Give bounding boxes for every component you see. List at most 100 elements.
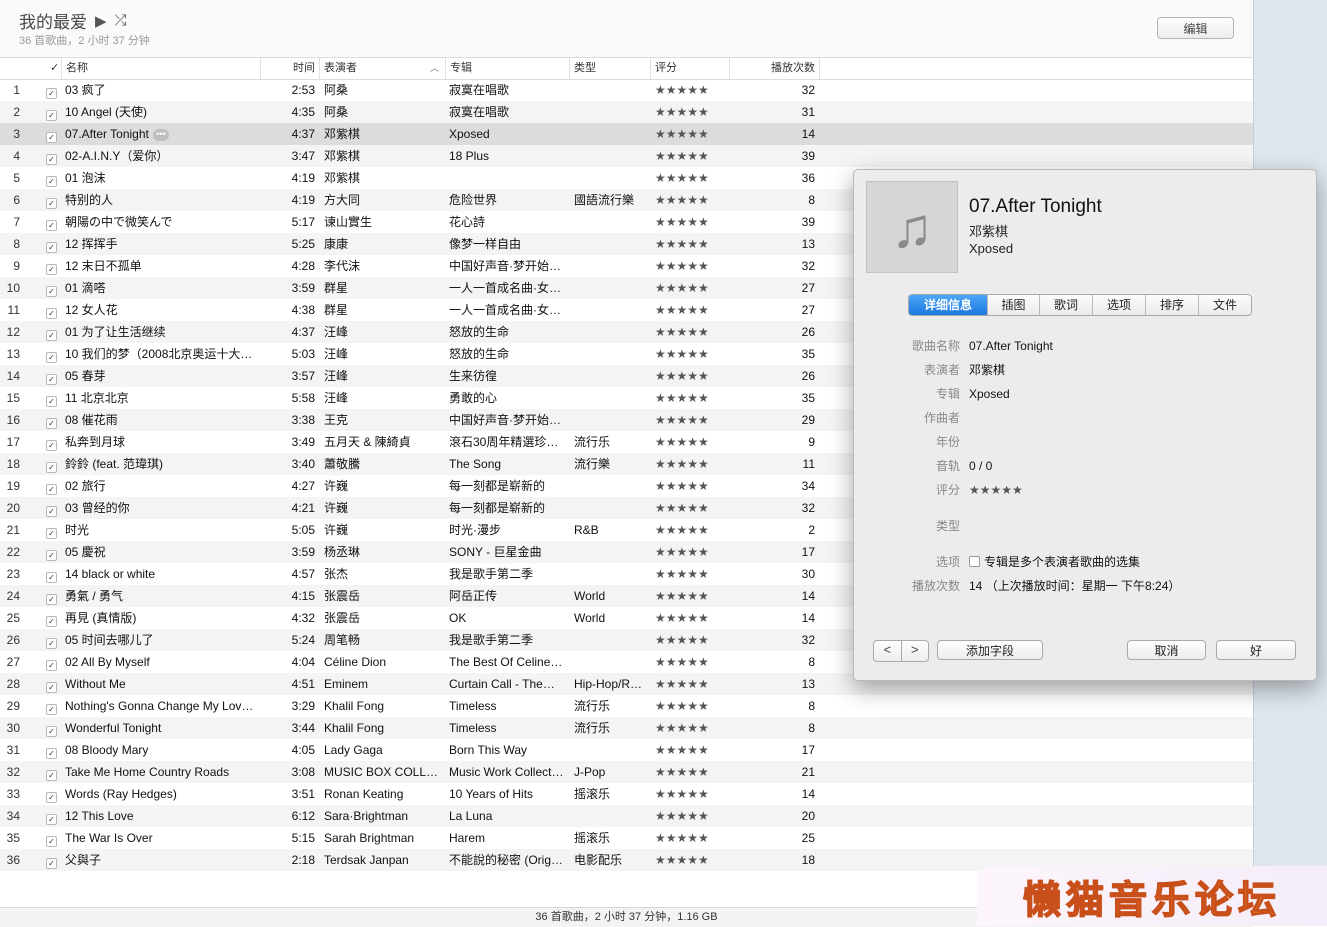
track-checkbox[interactable]: ✓: [46, 638, 57, 649]
track-checkbox[interactable]: ✓: [46, 594, 57, 605]
track-checkbox[interactable]: ✓: [46, 330, 57, 341]
track-rating[interactable]: ★★★★★: [655, 431, 725, 453]
column-header-artist[interactable]: 表演者 ︿: [319, 58, 445, 79]
track-checkbox[interactable]: ✓: [46, 528, 57, 539]
track-rating[interactable]: ★★★★★: [655, 805, 725, 827]
edit-button[interactable]: 编辑: [1157, 17, 1234, 39]
track-rating[interactable]: ★★★★★: [655, 761, 725, 783]
track-checkbox[interactable]: ✓: [46, 836, 57, 847]
track-rating[interactable]: ★★★★★: [655, 123, 725, 145]
column-header-plays[interactable]: 播放次数: [729, 58, 820, 79]
ok-button[interactable]: 好: [1216, 640, 1296, 660]
track-checkbox[interactable]: ✓: [46, 440, 57, 451]
track-checkbox[interactable]: ✓: [46, 770, 57, 781]
track-rating[interactable]: ★★★★★: [655, 409, 725, 431]
tab-details[interactable]: 详细信息: [909, 295, 987, 315]
track-row[interactable]: ✓ 33 Words (Ray Hedges) 3:51 Ronan Keating 10…: [0, 783, 1253, 805]
tab-sorting[interactable]: 排序: [1145, 295, 1198, 315]
track-rating[interactable]: ★★★★★: [655, 255, 725, 277]
track-rating[interactable]: ★★★★★: [655, 365, 725, 387]
track-checkbox[interactable]: ✓: [46, 660, 57, 671]
track-rating[interactable]: ★★★★★: [655, 827, 725, 849]
column-header-time[interactable]: 时间: [260, 58, 319, 79]
next-button[interactable]: >: [900, 641, 929, 661]
track-rating[interactable]: ★★★★★: [655, 849, 725, 871]
play-icon[interactable]: ▶: [95, 12, 107, 30]
add-field-button[interactable]: 添加字段: [937, 640, 1043, 660]
track-input[interactable]: 0 / 0: [969, 456, 992, 476]
track-row[interactable]: ✓ 31 08 Bloody Mary 4:05 Lady Gaga Born This …: [0, 739, 1253, 761]
rating-stars[interactable]: ★★★★★: [969, 480, 1023, 500]
track-checkbox[interactable]: ✓: [46, 462, 57, 473]
tab-artwork[interactable]: 插图: [987, 295, 1039, 315]
track-checkbox[interactable]: ✓: [46, 792, 57, 803]
track-checkbox[interactable]: ✓: [46, 264, 57, 275]
track-checkbox[interactable]: ✓: [46, 572, 57, 583]
column-header-genre[interactable]: 类型: [569, 58, 650, 79]
track-checkbox[interactable]: ✓: [46, 616, 57, 627]
track-rating[interactable]: ★★★★★: [655, 343, 725, 365]
track-checkbox[interactable]: ✓: [46, 682, 57, 693]
tab-options[interactable]: 选项: [1092, 295, 1145, 315]
track-checkbox[interactable]: ✓: [46, 726, 57, 737]
track-rating[interactable]: ★★★★★: [655, 167, 725, 189]
track-checkbox[interactable]: ✓: [46, 396, 57, 407]
track-row[interactable]: ✓ 34 12 This Love 6:12 Sara·Brightman La Luna…: [0, 805, 1253, 827]
compilation-option[interactable]: 专辑是多个表演者歌曲的选集: [969, 552, 1140, 572]
track-checkbox[interactable]: ✓: [46, 506, 57, 517]
track-checkbox[interactable]: ✓: [46, 704, 57, 715]
cancel-button[interactable]: 取消: [1127, 640, 1206, 660]
track-rating[interactable]: ★★★★★: [655, 783, 725, 805]
track-checkbox[interactable]: ✓: [46, 198, 57, 209]
track-checkbox[interactable]: ✓: [46, 176, 57, 187]
track-rating[interactable]: ★★★★★: [655, 585, 725, 607]
track-checkbox[interactable]: ✓: [46, 88, 57, 99]
track-row[interactable]: ✓ 32 Take Me Home Country Roads 3:08 MUSIC B…: [0, 761, 1253, 783]
shuffle-icon[interactable]: ⤮: [115, 12, 127, 29]
track-rating[interactable]: ★★★★★: [655, 321, 725, 343]
track-row[interactable]: ✓ 29 Nothing's Gonna Change My Lov… 3:29 Kha…: [0, 695, 1253, 717]
track-row[interactable]: ✓ 1 03 疯了 2:53 阿桑 寂寞在唱歌 ★★★★★ 32: [0, 79, 1253, 101]
track-checkbox[interactable]: ✓: [46, 858, 57, 869]
track-checkbox[interactable]: ✓: [46, 242, 57, 253]
track-rating[interactable]: ★★★★★: [655, 277, 725, 299]
track-rating[interactable]: ★★★★★: [655, 145, 725, 167]
track-rating[interactable]: ★★★★★: [655, 717, 725, 739]
more-options-icon[interactable]: •••: [152, 128, 169, 141]
track-checkbox[interactable]: ✓: [46, 286, 57, 297]
song-name-input[interactable]: 07.After Tonight: [969, 336, 1053, 356]
track-rating[interactable]: ★★★★★: [655, 189, 725, 211]
track-checkbox[interactable]: ✓: [46, 132, 57, 143]
track-checkbox[interactable]: ✓: [46, 814, 57, 825]
track-rating[interactable]: ★★★★★: [655, 739, 725, 761]
track-checkbox[interactable]: ✓: [46, 352, 57, 363]
artist-input[interactable]: 邓紫棋: [969, 360, 1005, 380]
track-checkbox[interactable]: ✓: [46, 154, 57, 165]
track-rating[interactable]: ★★★★★: [655, 299, 725, 321]
track-checkbox[interactable]: ✓: [46, 220, 57, 231]
track-row[interactable]: ✓ 4 02-A.I.N.Y（爱你） 3:47 邓紫棋 18 Plus ★★★★★ 39: [0, 145, 1253, 167]
track-rating[interactable]: ★★★★★: [655, 497, 725, 519]
track-rating[interactable]: ★★★★★: [655, 453, 725, 475]
track-rating[interactable]: ★★★★★: [655, 79, 725, 101]
tab-file[interactable]: 文件: [1198, 295, 1251, 315]
compilation-checkbox[interactable]: [969, 556, 980, 568]
track-row[interactable]: ✓ 2 10 Angel (天使) 4:35 阿桑 寂寞在唱歌 ★★★★★ 31: [0, 101, 1253, 123]
track-row[interactable]: ✓ 3 07.After Tonight ••• 4:37 邓紫棋 Xposed ★★★★★ 1…: [0, 123, 1253, 145]
track-rating[interactable]: ★★★★★: [655, 101, 725, 123]
track-rating[interactable]: ★★★★★: [655, 387, 725, 409]
track-rating[interactable]: ★★★★★: [655, 233, 725, 255]
track-rating[interactable]: ★★★★★: [655, 519, 725, 541]
track-checkbox[interactable]: ✓: [46, 308, 57, 319]
track-checkbox[interactable]: ✓: [46, 550, 57, 561]
track-rating[interactable]: ★★★★★: [655, 695, 725, 717]
track-rating[interactable]: ★★★★★: [655, 607, 725, 629]
track-rating[interactable]: ★★★★★: [655, 211, 725, 233]
column-header-name[interactable]: 名称: [61, 58, 260, 79]
track-rating[interactable]: ★★★★★: [655, 629, 725, 651]
column-header-rating[interactable]: 评分: [650, 58, 729, 79]
track-checkbox[interactable]: ✓: [46, 374, 57, 385]
album-input[interactable]: Xposed: [969, 384, 1010, 404]
track-checkbox[interactable]: ✓: [46, 484, 57, 495]
track-row[interactable]: ✓ 30 Wonderful Tonight 3:44 Khalil Fong Timel…: [0, 717, 1253, 739]
